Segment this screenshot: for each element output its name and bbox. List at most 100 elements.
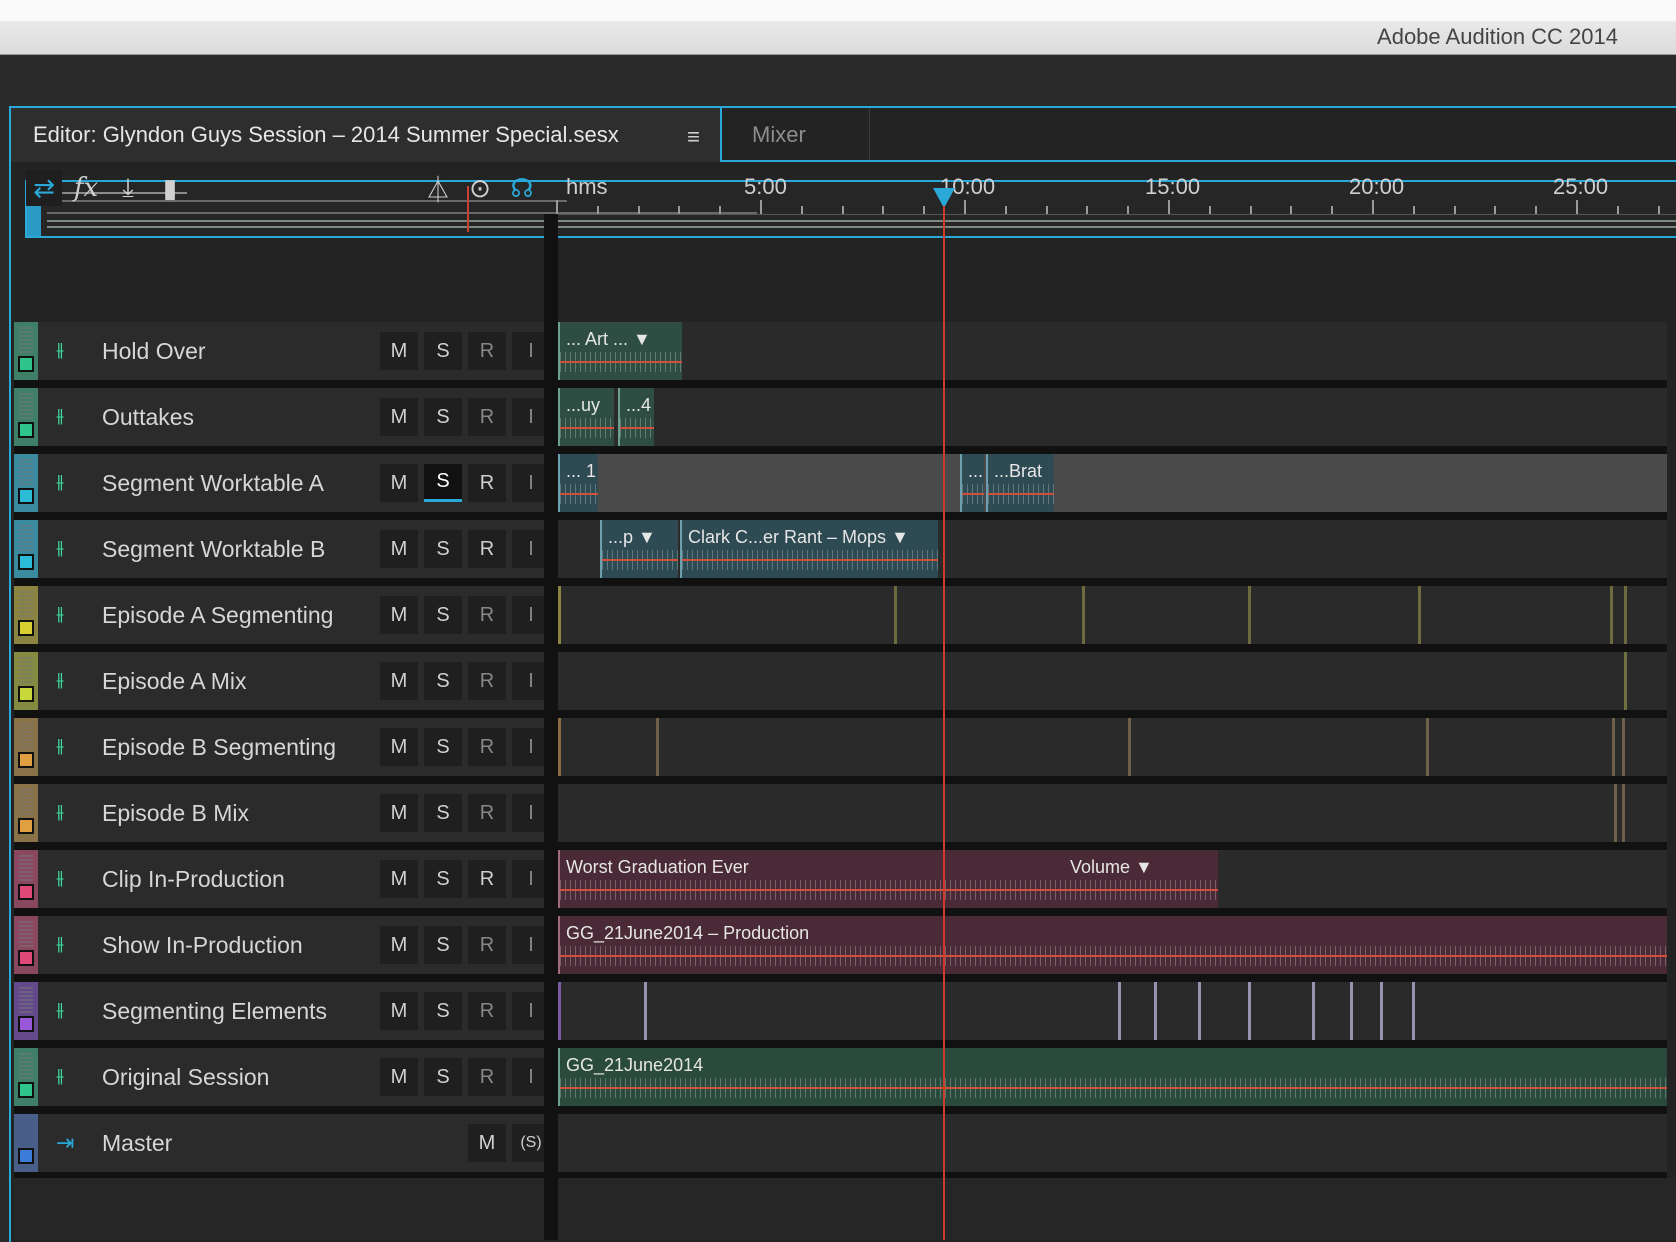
track-color-strip[interactable] — [14, 916, 38, 974]
mute-button[interactable]: M — [380, 728, 418, 766]
track-grip[interactable] — [19, 657, 33, 683]
clip-marker[interactable] — [1418, 586, 1421, 644]
solo-button[interactable]: S — [424, 992, 462, 1030]
track-name[interactable]: Outtakes — [102, 404, 194, 431]
clip-marker[interactable] — [1614, 784, 1617, 842]
track-grip[interactable] — [19, 987, 33, 1013]
audio-clip[interactable]: Clark C...er Rant – Mops ▼ — [680, 520, 938, 578]
audio-clip[interactable]: ...p ▼ — [600, 520, 678, 578]
mute-button[interactable]: M — [380, 596, 418, 634]
track-name[interactable]: Hold Over — [102, 338, 206, 365]
track-grip[interactable] — [19, 855, 33, 881]
clip-volume-label[interactable]: Volume ▼ — [1070, 857, 1153, 878]
solo-button[interactable]: S — [424, 662, 462, 700]
record-arm-button[interactable]: R — [468, 530, 506, 568]
mute-button[interactable]: M — [380, 992, 418, 1030]
fx-icon[interactable]: fx — [68, 170, 104, 206]
mute-button[interactable]: M — [380, 530, 418, 568]
clip-marker[interactable] — [656, 718, 659, 776]
clip-marker[interactable] — [644, 982, 647, 1040]
audio-clip[interactable]: ... Art ... ▼ — [558, 322, 682, 380]
track-color-strip[interactable] — [14, 520, 38, 578]
clip-marker[interactable] — [558, 982, 561, 1040]
solo-button[interactable]: S — [424, 794, 462, 832]
track-header[interactable]: ⟊⟊ Episode B Mix M S R I — [14, 784, 550, 842]
track-header[interactable]: ⟊⟊ Show In-Production M S R I — [14, 916, 550, 974]
solo-button[interactable]: S — [424, 728, 462, 766]
track-name[interactable]: Segmenting Elements — [102, 998, 327, 1025]
sends-icon[interactable]: ⤓ — [110, 170, 146, 206]
track-name[interactable]: Episode B Segmenting — [102, 734, 336, 761]
record-arm-button[interactable]: R — [468, 332, 506, 370]
track-grip[interactable] — [19, 1053, 33, 1079]
track-header[interactable]: ⟊⟊ Segment Worktable A M S R I — [14, 454, 550, 512]
track-lane[interactable]: GG_21June2014 – Production — [558, 916, 1667, 974]
track-header[interactable]: ⟊⟊ Hold Over M S R I — [14, 322, 550, 380]
playhead[interactable] — [943, 206, 945, 1240]
mute-button[interactable]: M — [380, 398, 418, 436]
record-arm-button[interactable]: R — [468, 794, 506, 832]
mute-button[interactable]: M — [380, 926, 418, 964]
track-lane[interactable] — [558, 982, 1667, 1040]
track-color-strip[interactable] — [14, 784, 38, 842]
mute-button[interactable]: M — [468, 1124, 506, 1162]
clip-marker[interactable] — [558, 718, 561, 776]
track-name[interactable]: Episode A Mix — [102, 668, 246, 695]
record-arm-button[interactable]: R — [468, 464, 506, 502]
track-lane[interactable]: ...uy ...4 — [558, 388, 1667, 446]
track-lane[interactable] — [558, 784, 1667, 842]
solo-button[interactable]: S — [424, 464, 462, 502]
track-name[interactable]: Original Session — [102, 1064, 269, 1091]
track-lane[interactable]: GG_21June2014 — [558, 1048, 1667, 1106]
track-header[interactable]: ⟊⟊ Episode A Segmenting M S R I — [14, 586, 550, 644]
audio-clip[interactable]: ... 1 — [558, 454, 598, 512]
clip-marker[interactable] — [1118, 982, 1121, 1040]
record-arm-button[interactable]: R — [468, 860, 506, 898]
track-header[interactable]: ⟊⟊ Episode B Segmenting M S R I — [14, 718, 550, 776]
track-lane[interactable]: ... Art ... ▼ — [558, 322, 1667, 380]
solo-button[interactable]: S — [424, 1058, 462, 1096]
clip-marker[interactable] — [1610, 586, 1613, 644]
track-lane[interactable]: ...p ▼ Clark C...er Rant – Mops ▼ — [558, 520, 1667, 578]
mute-button[interactable]: M — [380, 332, 418, 370]
track-header[interactable]: ⟊⟊ Episode A Mix M S R I — [14, 652, 550, 710]
clip-marker[interactable] — [1128, 718, 1131, 776]
track-color-strip[interactable] — [14, 454, 38, 512]
clip-marker[interactable] — [1248, 586, 1251, 644]
track-color-strip[interactable] — [14, 652, 38, 710]
track-grip[interactable] — [19, 525, 33, 551]
empty-lane-area[interactable] — [558, 1178, 1676, 1240]
header-lane-divider[interactable] — [544, 214, 558, 1240]
track-grip[interactable] — [19, 789, 33, 815]
audio-clip[interactable]: ...Brat — [986, 454, 1054, 512]
audio-clip[interactable]: ...4 — [618, 388, 654, 446]
clip-marker[interactable] — [1380, 982, 1383, 1040]
track-grip[interactable] — [19, 327, 33, 353]
metronome-icon[interactable]: ⏃ — [420, 170, 456, 206]
track-color-strip[interactable] — [14, 322, 38, 380]
track-name[interactable]: Master — [102, 1130, 172, 1157]
track-name[interactable]: Segment Worktable B — [102, 536, 325, 563]
track-lane[interactable] — [558, 586, 1667, 644]
record-arm-button[interactable]: R — [468, 728, 506, 766]
track-name[interactable]: Episode B Mix — [102, 800, 249, 827]
track-color-strip[interactable] — [14, 586, 38, 644]
snap-icon[interactable]: ⊙ — [462, 170, 498, 206]
track-color-strip[interactable] — [14, 718, 38, 776]
time-ruler[interactable]: hms 5:00 10:00 15:00 20:00 25:00 — [556, 162, 1676, 215]
clip-marker[interactable] — [1622, 784, 1625, 842]
tab-editor[interactable]: Editor: Glyndon Guys Session – 2014 Summ… — [11, 108, 722, 162]
track-grip[interactable] — [19, 591, 33, 617]
solo-button[interactable]: S — [424, 860, 462, 898]
track-header[interactable]: ⟊⟊ Outtakes M S R I — [14, 388, 550, 446]
io-arrows-icon[interactable]: ⇄ — [26, 170, 62, 206]
track-lane[interactable] — [558, 1114, 1667, 1172]
mute-button[interactable]: M — [380, 464, 418, 502]
clip-marker[interactable] — [558, 586, 561, 644]
audio-clip[interactable]: ...uy — [558, 388, 614, 446]
track-name[interactable]: Clip In-Production — [102, 866, 285, 893]
track-color-strip[interactable] — [14, 388, 38, 446]
track-color-strip[interactable] — [14, 1114, 38, 1172]
solo-button[interactable]: S — [424, 926, 462, 964]
track-lane[interactable] — [558, 652, 1667, 710]
